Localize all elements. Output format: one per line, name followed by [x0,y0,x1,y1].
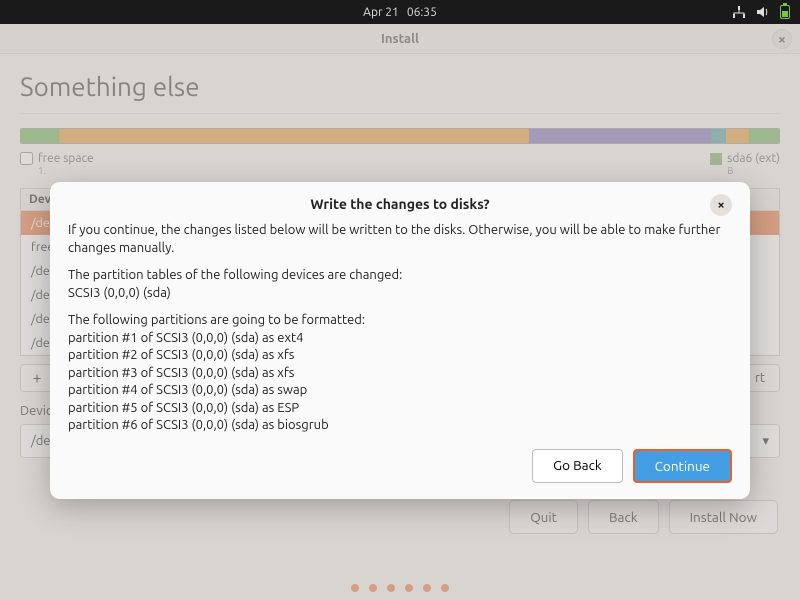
dialog-body: If you continue, the changes listed belo… [68,222,732,435]
menubar-date: Apr 21 [363,6,399,19]
dialog-paragraph: The partition tables of the following de… [68,268,402,282]
menubar: Apr 21 06:35 [0,0,800,24]
dialog-line: partition #6 of SCSI3 (0,0,0) (sda) as b… [68,418,329,432]
dialog-close-button[interactable]: × [710,194,732,216]
dialog-line: SCSI3 (0,0,0) (sda) [68,286,171,300]
dialog-line: partition #2 of SCSI3 (0,0,0) (sda) as x… [68,348,294,362]
dialog-line: partition #4 of SCSI3 (0,0,0) (sda) as s… [68,383,307,397]
dialog-paragraph: The following partitions are going to be… [68,313,365,327]
continue-button[interactable]: Continue [633,449,732,483]
dialog-line: partition #1 of SCSI3 (0,0,0) (sda) as e… [68,331,303,345]
dialog-line: partition #3 of SCSI3 (0,0,0) (sda) as x… [68,366,294,380]
dialog-line: partition #5 of SCSI3 (0,0,0) (sda) as E… [68,401,299,415]
battery-icon[interactable] [780,5,790,19]
volume-icon[interactable] [756,5,770,19]
confirm-dialog: Write the changes to disks? × If you con… [50,182,750,499]
go-back-button[interactable]: Go Back [532,449,623,483]
network-icon[interactable] [732,5,746,19]
menubar-time: 06:35 [407,6,437,19]
dialog-title: Write the changes to disks? [310,196,489,212]
dialog-paragraph: If you continue, the changes listed belo… [68,222,732,257]
